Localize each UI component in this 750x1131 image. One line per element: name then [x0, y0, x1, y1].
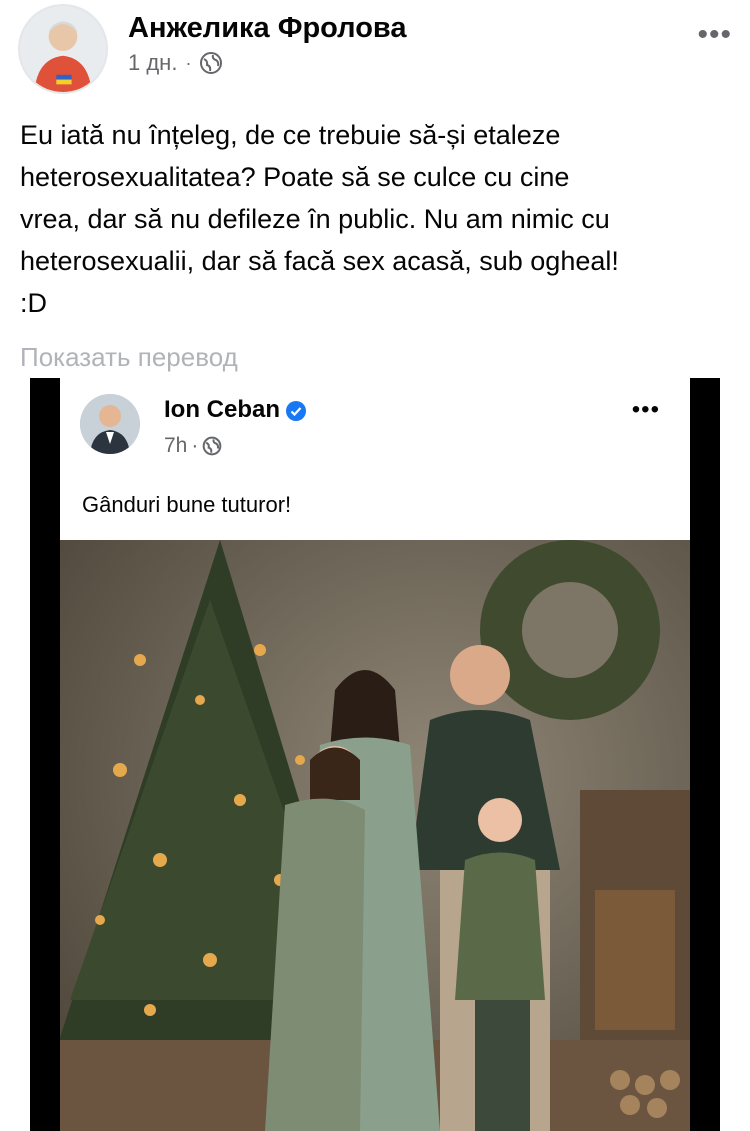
shared-meta: 7h ·	[164, 434, 222, 458]
shared-author-avatar	[80, 394, 140, 454]
post-time[interactable]: 1 дн.	[128, 50, 177, 76]
shared-time: 7h	[164, 434, 188, 457]
author-name[interactable]: Анжелика Фролова	[128, 12, 407, 45]
post-header: Анжелика Фролова 1 дн. · •••	[0, 0, 750, 100]
verified-badge-icon	[286, 400, 307, 421]
family-photo	[60, 540, 690, 1131]
globe-icon	[199, 51, 223, 75]
shared-author-name: Ion Ceban	[164, 396, 281, 423]
shared-author: Ion Ceban	[164, 396, 307, 424]
shared-more-options-icon: •••	[631, 396, 660, 423]
shared-post-card: Ion Ceban 7h · ••• Gânduri bune tuturor!	[60, 378, 690, 540]
shared-screenshot[interactable]: Ion Ceban 7h · ••• Gânduri bune tuturor!	[30, 378, 720, 1131]
post-meta: 1 дн. ·	[128, 50, 223, 76]
post-text: Eu iată nu înțeleg, de ce trebuie să-și …	[20, 120, 619, 318]
more-options-icon[interactable]: •••	[697, 18, 732, 52]
globe-icon	[203, 436, 222, 456]
shared-separator: ·	[191, 434, 199, 457]
show-translation-link[interactable]: Показать перевод	[20, 342, 238, 373]
meta-separator: ·	[185, 52, 192, 73]
shared-post-text: Gânduri bune tuturor!	[82, 492, 292, 517]
author-avatar[interactable]	[18, 4, 108, 94]
